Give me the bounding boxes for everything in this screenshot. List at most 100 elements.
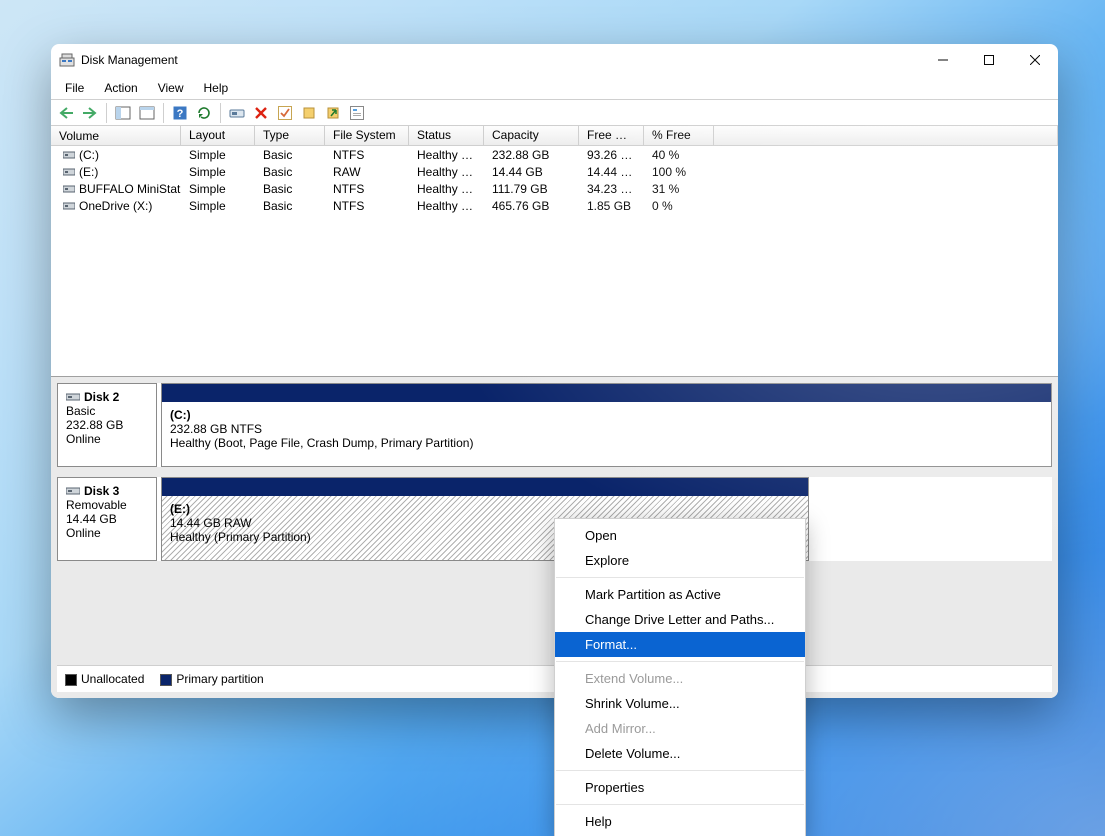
show-hide-console-tree-button[interactable]: [112, 102, 134, 124]
volume-name: (C:): [79, 148, 99, 162]
menu-view[interactable]: View: [148, 78, 194, 98]
svg-text:?: ?: [177, 108, 184, 120]
partition-name: (C:): [170, 408, 1043, 422]
volume-rows: (C:) Simple Basic NTFS Healthy (B... 232…: [51, 146, 1058, 376]
ctx-properties[interactable]: Properties: [555, 775, 805, 800]
rescan-disks-button[interactable]: [226, 102, 248, 124]
properties-button[interactable]: [346, 102, 368, 124]
disk-row-disk-2[interactable]: Disk 2 Basic 232.88 GB Online (C:) 232.8…: [57, 383, 1052, 467]
partition-color-bar: [162, 478, 808, 496]
volume-pct: 40 %: [644, 148, 714, 162]
col-spacer: [714, 126, 1058, 146]
menu-bar: File Action View Help: [51, 76, 1058, 100]
col-free[interactable]: Free Spa...: [579, 126, 644, 146]
ctx-add-mirror: Add Mirror...: [555, 716, 805, 741]
menu-file[interactable]: File: [55, 78, 94, 98]
menu-action[interactable]: Action: [94, 78, 147, 98]
ctx-separator: [556, 577, 804, 578]
drive-icon: [66, 486, 80, 496]
partition-status: Healthy (Boot, Page File, Crash Dump, Pr…: [170, 436, 1043, 450]
drive-icon: [63, 201, 75, 211]
disk-state: Online: [66, 432, 148, 446]
volume-status: Healthy (B...: [409, 148, 484, 162]
ctx-separator: [556, 804, 804, 805]
partition[interactable]: (C:) 232.88 GB NTFS Healthy (Boot, Page …: [161, 383, 1052, 467]
legend-primary: Primary partition: [160, 672, 263, 686]
volume-row[interactable]: OneDrive (X:) Simple Basic NTFS Healthy …: [51, 197, 1058, 214]
ctx-shrink-volume[interactable]: Shrink Volume...: [555, 691, 805, 716]
toolbar-separator: [106, 103, 107, 123]
disk-kind: Basic: [66, 404, 148, 418]
col-layout[interactable]: Layout: [181, 126, 255, 146]
ctx-delete-volume[interactable]: Delete Volume...: [555, 741, 805, 766]
maximize-button[interactable]: [966, 44, 1012, 76]
col-capacity[interactable]: Capacity: [484, 126, 579, 146]
drive-icon: [63, 150, 75, 160]
col-status[interactable]: Status: [409, 126, 484, 146]
menu-help[interactable]: Help: [194, 78, 239, 98]
toolbar: ?: [51, 100, 1058, 126]
disk-header: Disk 3 Removable 14.44 GB Online: [57, 477, 157, 561]
volume-row[interactable]: (C:) Simple Basic NTFS Healthy (B... 232…: [51, 146, 1058, 163]
ctx-mark-active[interactable]: Mark Partition as Active: [555, 582, 805, 607]
ctx-open[interactable]: Open: [555, 523, 805, 548]
refresh-button[interactable]: [193, 102, 215, 124]
ctx-explore[interactable]: Explore: [555, 548, 805, 573]
volume-name: OneDrive (X:): [79, 199, 152, 213]
volume-free: 93.26 GB: [579, 148, 644, 162]
col-type[interactable]: Type: [255, 126, 325, 146]
volume-name: BUFFALO MiniStat...: [79, 182, 181, 196]
disk-header: Disk 2 Basic 232.88 GB Online: [57, 383, 157, 467]
nav-forward-button[interactable]: [79, 102, 101, 124]
toolbar-separator: [163, 103, 164, 123]
minimize-button[interactable]: [920, 44, 966, 76]
disk-title: Disk 2: [84, 390, 119, 404]
volume-type: Basic: [255, 148, 325, 162]
swatch-primary: [160, 674, 172, 686]
ctx-separator: [556, 661, 804, 662]
drive-icon: [63, 184, 75, 194]
volume-name: (E:): [79, 165, 98, 179]
col-fs[interactable]: File System: [325, 126, 409, 146]
volume-list[interactable]: Volume Layout Type File System Status Ca…: [51, 126, 1058, 377]
drive-icon: [66, 392, 80, 402]
app-icon: [59, 52, 75, 68]
partition-sizefs: 232.88 GB NTFS: [170, 422, 1043, 436]
title-text: Disk Management: [81, 53, 178, 67]
nav-back-button[interactable]: [55, 102, 77, 124]
col-volume[interactable]: Volume: [51, 126, 181, 146]
disk-kind: Removable: [66, 498, 148, 512]
col-pct[interactable]: % Free: [644, 126, 714, 146]
disk-size: 232.88 GB: [66, 418, 148, 432]
partition-name: (E:): [170, 502, 800, 516]
disk-title: Disk 3: [84, 484, 119, 498]
volume-capacity: 232.88 GB: [484, 148, 579, 162]
partition-info: (C:) 232.88 GB NTFS Healthy (Boot, Page …: [162, 402, 1051, 466]
ctx-format[interactable]: Format...: [555, 632, 805, 657]
volume-row[interactable]: BUFFALO MiniStat... Simple Basic NTFS He…: [51, 180, 1058, 197]
volume-fs: NTFS: [325, 148, 409, 162]
context-menu: Open Explore Mark Partition as Active Ch…: [554, 518, 806, 836]
disk-state: Online: [66, 526, 148, 540]
ctx-help[interactable]: Help: [555, 809, 805, 834]
drive-icon: [63, 167, 75, 177]
vertical-scrollbar[interactable]: [1041, 378, 1057, 697]
delete-button[interactable]: [250, 102, 272, 124]
column-headers[interactable]: Volume Layout Type File System Status Ca…: [51, 126, 1058, 146]
toolbar-separator: [220, 103, 221, 123]
view-settings-button[interactable]: [136, 102, 158, 124]
attach-vhd-button[interactable]: [322, 102, 344, 124]
help-button[interactable]: ?: [169, 102, 191, 124]
volume-row[interactable]: (E:) Simple Basic RAW Healthy (P... 14.4…: [51, 163, 1058, 180]
new-volume-button[interactable]: [298, 102, 320, 124]
swatch-unallocated: [65, 674, 77, 686]
title-bar: Disk Management: [51, 44, 1058, 76]
partition-color-bar: [162, 384, 1051, 402]
action-check-button[interactable]: [274, 102, 296, 124]
disk-size: 14.44 GB: [66, 512, 148, 526]
legend-unallocated: Unallocated: [65, 672, 144, 686]
close-button[interactable]: [1012, 44, 1058, 76]
volume-layout: Simple: [181, 148, 255, 162]
ctx-extend-volume: Extend Volume...: [555, 666, 805, 691]
ctx-change-letter[interactable]: Change Drive Letter and Paths...: [555, 607, 805, 632]
